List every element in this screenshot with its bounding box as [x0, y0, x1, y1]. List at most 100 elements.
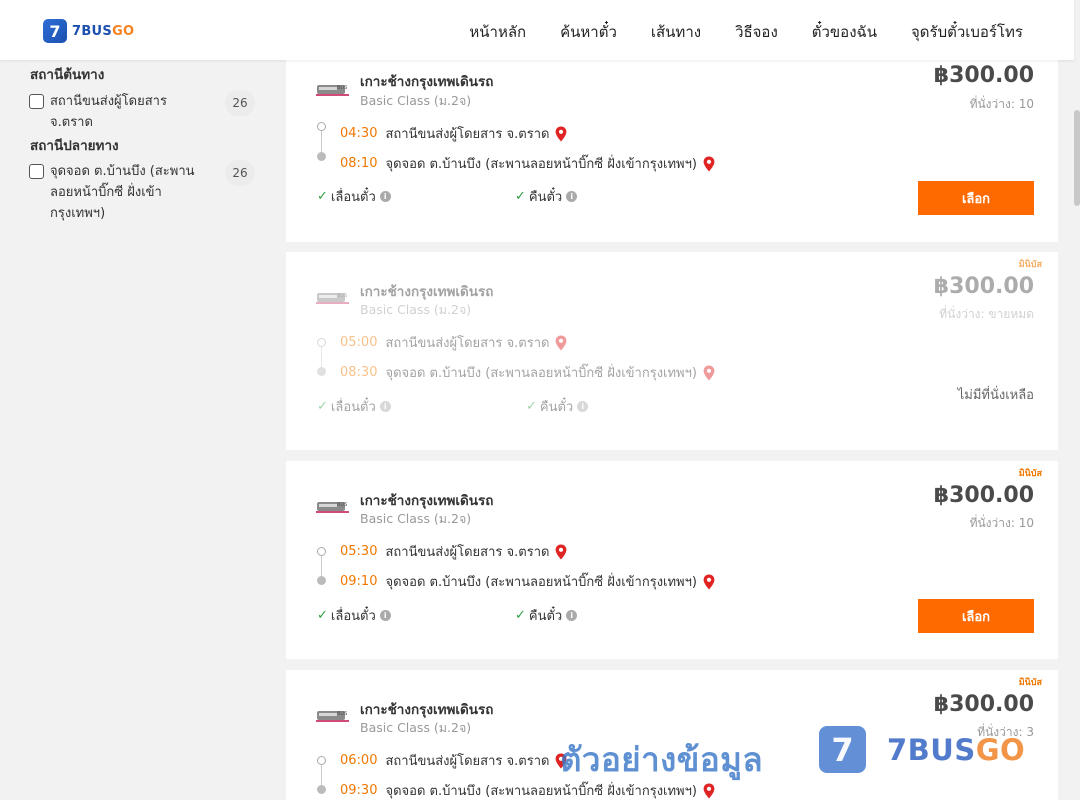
- trip-price: ฿300.00: [933, 274, 1034, 299]
- trip-price: ฿300.00: [933, 483, 1034, 508]
- info-icon[interactable]: i: [577, 401, 589, 412]
- select-trip-button[interactable]: เลือก: [918, 181, 1034, 215]
- refund-policy-label: คืนตั๋ว: [528, 609, 563, 624]
- map-pin-icon[interactable]: [555, 544, 567, 560]
- arrival-place: จุดจอด ต.บ้านบึง (สะพานลอยหน้าบิ๊กซี ฝั่…: [385, 366, 697, 381]
- departure-stop: 04:30 สถานีขนส่งผู้โดยสาร จ.ตราด: [340, 123, 567, 144]
- origin-checkbox[interactable]: [29, 94, 44, 109]
- map-pin-icon[interactable]: [703, 574, 715, 590]
- logo-badge-icon: 7: [43, 19, 67, 43]
- change-policy: ✓ เลื่อนตั๋ว i: [317, 396, 391, 417]
- svg-text:BUS: BUS: [337, 85, 347, 91]
- operator-name: เกาะช้างกรุงเทพเดินรถ: [360, 284, 494, 300]
- departure-place: สถานีขนส่งผู้โดยสาร จ.ตราด: [385, 545, 550, 560]
- timeline-dest-dot: [317, 367, 326, 376]
- trip-card: มินิบัส BUS เกาะช้างกรุงเทพเดินรถ Basic …: [286, 252, 1058, 450]
- svg-text:BUS: BUS: [337, 502, 347, 508]
- bus-logo-icon: BUS: [316, 502, 349, 513]
- refund-policy: ✓ คืนตั๋ว i: [515, 605, 578, 626]
- arrival-time: 09:30: [340, 783, 378, 798]
- trip-card: มินิบัส BUS เกาะช้างกรุงเทพเดินรถ Basic …: [286, 461, 1058, 659]
- check-icon: ✓: [317, 189, 328, 204]
- departure-time: 05:30: [340, 544, 378, 559]
- sample-data-watermark: ตัวอย่างข้อมูล: [560, 740, 764, 779]
- map-pin-icon[interactable]: [703, 365, 715, 381]
- change-policy: ✓ เลื่อนตั๋ว i: [317, 605, 391, 626]
- logo-text: 7BUSGO: [72, 23, 135, 39]
- arrival-time: 08:30: [340, 365, 378, 380]
- trip-card: BUS เกาะช้างกรุงเทพเดินรถ Basic Class (ม…: [286, 60, 1058, 242]
- arrival-place: จุดจอด ต.บ้านบึง (สะพานลอยหน้าบิ๊กซี ฝั่…: [385, 157, 697, 172]
- check-icon: ✓: [515, 189, 526, 204]
- change-policy-label: เลื่อนตั๋ว: [330, 400, 376, 415]
- bus-logo-icon: BUS: [316, 85, 349, 96]
- svg-text:BUS: BUS: [337, 711, 347, 717]
- select-trip-button[interactable]: เลือก: [918, 599, 1034, 633]
- info-icon[interactable]: i: [379, 191, 391, 202]
- departure-stop: 05:30 สถานีขนส่งผู้โดยสาร จ.ตราด: [340, 541, 567, 562]
- page-scrollbar[interactable]: [1074, 0, 1080, 800]
- change-policy: ✓ เลื่อนตั๋ว i: [317, 186, 391, 207]
- nav-routes[interactable]: เส้นทาง: [651, 20, 701, 44]
- operator-name: เกาะช้างกรุงเทพเดินรถ: [360, 493, 494, 509]
- arrival-stop: 08:30 จุดจอด ต.บ้านบึง (สะพานลอยหน้าบิ๊ก…: [340, 362, 715, 383]
- departure-time: 05:00: [340, 335, 378, 350]
- origin-option-label: สถานีขนส่งผู้โดยสาร จ.ตราด: [50, 94, 167, 130]
- info-icon[interactable]: i: [566, 610, 578, 621]
- minibus-badge: มินิบัส: [1018, 469, 1042, 479]
- scrollbar-thumb[interactable]: [1074, 110, 1080, 206]
- seats-available: ที่นั่งว่าง: 10: [969, 97, 1034, 111]
- svg-text:BUS: BUS: [337, 293, 347, 299]
- sold-out-status: ไม่มีที่นั่งเหลือ: [957, 388, 1034, 403]
- bus-logo-icon: BUS: [316, 711, 349, 722]
- main-nav: หน้าหลัก ค้นหาตั๋ว เส้นทาง วิธีจอง ตั๋วข…: [435, 20, 1023, 44]
- info-icon[interactable]: i: [379, 610, 391, 621]
- seats-available: ที่นั่งว่าง: 10: [969, 516, 1034, 530]
- timeline-origin-dot: [317, 756, 326, 765]
- origin-option-count: 26: [225, 90, 255, 116]
- nav-how-to-book[interactable]: วิธีจอง: [735, 20, 778, 44]
- departure-place: สถานีขนส่งผู้โดยสาร จ.ตราด: [385, 336, 550, 351]
- timeline-dest-dot: [317, 152, 326, 161]
- check-icon: ✓: [526, 399, 537, 414]
- origin-filter-option[interactable]: สถานีขนส่งผู้โดยสาร จ.ตราด 26: [29, 90, 255, 133]
- arrival-stop: 08:10 จุดจอด ต.บ้านบึง (สะพานลอยหน้าบิ๊ก…: [340, 153, 715, 174]
- timeline-dest-dot: [317, 785, 326, 794]
- map-pin-icon[interactable]: [555, 126, 567, 142]
- dest-filter-option[interactable]: จุดจอด ต.บ้านบึง (สะพานลอยหน้าบิ๊กซี ฝั่…: [29, 160, 255, 224]
- departure-place: สถานีขนส่งผู้โดยสาร จ.ตราด: [385, 754, 550, 769]
- nav-my-tickets[interactable]: ตั๋วของฉัน: [812, 20, 877, 44]
- bus-class: Basic Class (ม.2จ): [360, 93, 472, 108]
- check-icon: ✓: [515, 608, 526, 623]
- nav-search-ticket[interactable]: ค้นหาตั๋ว: [560, 20, 617, 44]
- bus-class: Basic Class (ม.2จ): [360, 511, 472, 526]
- nav-ticket-pickup[interactable]: จุดรับตั๋วเบอร์โทร: [911, 20, 1023, 44]
- timeline-origin-dot: [317, 122, 326, 131]
- operator-name: เกาะช้างกรุงเทพเดินรถ: [360, 702, 494, 718]
- trip-price: ฿300.00: [933, 692, 1034, 717]
- timeline-origin-dot: [317, 338, 326, 347]
- info-icon[interactable]: i: [566, 191, 578, 202]
- check-icon: ✓: [317, 399, 328, 414]
- departure-stop: 05:00 สถานีขนส่งผู้โดยสาร จ.ตราด: [340, 332, 567, 353]
- departure-stop: 06:00 สถานีขนส่งผู้โดยสาร จ.ตราด: [340, 750, 567, 771]
- map-pin-icon[interactable]: [555, 335, 567, 351]
- bus-logo-icon: BUS: [316, 293, 349, 304]
- departure-time: 04:30: [340, 126, 378, 141]
- timeline-origin-dot: [317, 547, 326, 556]
- site-logo[interactable]: 7 7BUSGO: [43, 19, 134, 43]
- bus-class: Basic Class (ม.2จ): [360, 302, 472, 317]
- refund-policy-label: คืนตั๋ว: [539, 400, 574, 415]
- minibus-badge: มินิบัส: [1018, 678, 1042, 688]
- dest-filter-title: สถานีปลายทาง: [30, 138, 119, 154]
- map-pin-icon[interactable]: [703, 156, 715, 172]
- dest-checkbox[interactable]: [29, 164, 44, 179]
- nav-home[interactable]: หน้าหลัก: [469, 20, 526, 44]
- operator-name: เกาะช้างกรุงเทพเดินรถ: [360, 74, 494, 90]
- trip-price: ฿300.00: [933, 63, 1034, 88]
- arrival-time: 09:10: [340, 574, 378, 589]
- watermark-logo-text: 7BUSGO: [887, 733, 1026, 767]
- dest-option-count: 26: [225, 160, 255, 186]
- seats-available: ที่นั่งว่าง: ขายหมด: [939, 307, 1034, 321]
- info-icon[interactable]: i: [379, 401, 391, 412]
